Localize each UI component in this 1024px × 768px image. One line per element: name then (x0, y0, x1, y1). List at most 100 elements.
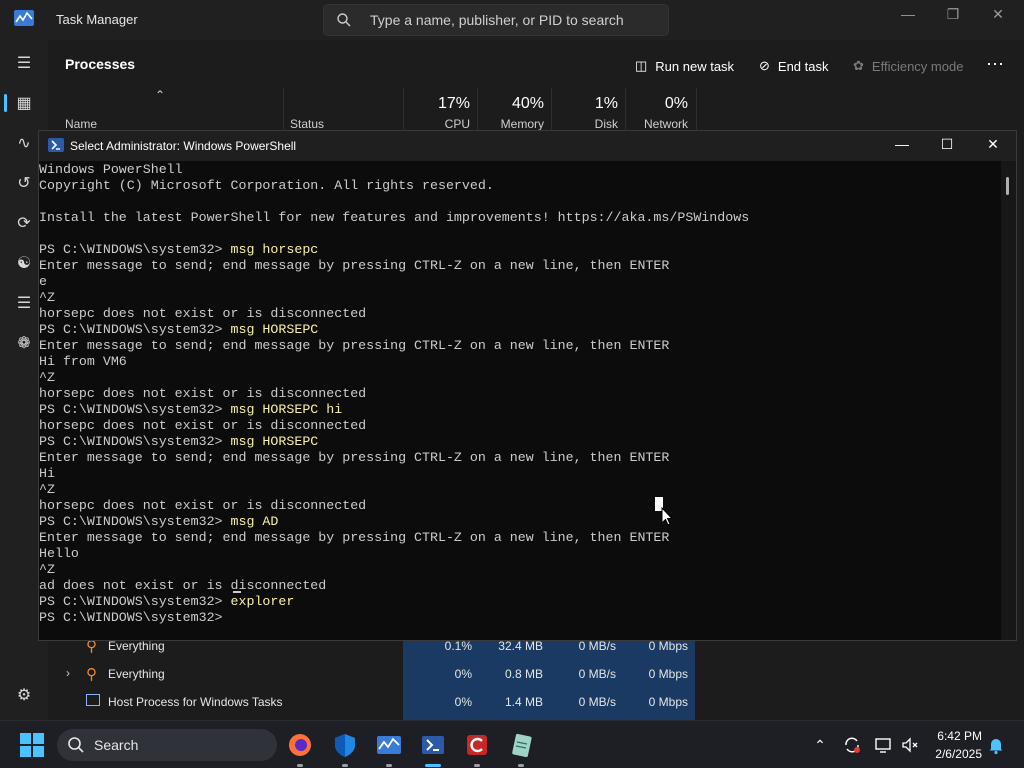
firefox-taskbar-button[interactable] (284, 729, 316, 767)
console-prompt: PS C:\WINDOWS\system32> (39, 322, 231, 337)
running-indicator (342, 764, 348, 767)
console-command: msg HORSEPC (230, 322, 319, 337)
run-new-task-button[interactable]: ◫ Run new task (635, 56, 734, 76)
console-line: horsepc does not exist or is disconnecte… (39, 386, 367, 401)
efficiency-mode-button[interactable]: ✿ Efficiency mode (853, 56, 963, 76)
running-indicator (474, 764, 480, 767)
console-prompt: PS C:\WINDOWS\system32> (39, 434, 231, 449)
process-cpu: 0.1% (444, 639, 472, 653)
active-nav-indicator (4, 94, 7, 112)
minimize-button[interactable]: — (893, 6, 923, 26)
console-line: Enter message to send; end message by pr… (39, 450, 670, 465)
processes-nav-icon[interactable]: ▦ (14, 94, 34, 114)
console-command: msg HORSEPC (230, 434, 319, 449)
console-command: explorer (230, 594, 295, 609)
console-line: Hi (39, 466, 55, 481)
cpu-total: 17% (437, 95, 470, 112)
close-button[interactable]: ✕ (983, 6, 1013, 26)
ps-maximize-button[interactable]: ☐ (932, 136, 962, 156)
console-line: ad does not exist or is disconnected (39, 578, 327, 593)
console-prompt: PS C:\WINDOWS\system32> (39, 242, 231, 257)
details-nav-icon[interactable]: ☰ (14, 294, 34, 314)
column-header-network[interactable]: 0% Network (625, 88, 697, 132)
notification-bell-icon[interactable] (986, 735, 1006, 755)
console-line: Install the latest PowerShell for new fe… (39, 210, 750, 225)
console-lines: Windows PowerShell Copyright (C) Microsof… (39, 162, 749, 626)
process-network: 0 Mbps (648, 639, 688, 653)
task-manager-icon (377, 736, 401, 754)
page-title: Processes (65, 56, 136, 72)
console-line: Copyright (C) Microsoft Corporation. All… (39, 178, 494, 193)
network-label: Network (643, 117, 688, 131)
scrollbar-thumb[interactable] (1006, 177, 1009, 195)
end-task-icon: ⊘ (759, 58, 770, 73)
performance-nav-icon[interactable]: ∿ (14, 134, 34, 154)
column-header-disk[interactable]: 1% Disk (551, 88, 626, 132)
console-output[interactable]: Windows PowerShell Copyright (C) Microsof… (39, 161, 999, 640)
console-line: PS C:\WINDOWS\system32> msg HORSEPC (39, 434, 749, 450)
console-scrollbar[interactable] (1001, 161, 1016, 640)
app-title: Task Manager (56, 12, 138, 27)
process-disk: 0 MB/s (578, 695, 616, 709)
column-header-memory[interactable]: 40% Memory (477, 88, 552, 132)
memory-label: Memory (500, 117, 544, 131)
firefox-icon (289, 734, 311, 756)
end-task-label: End task (777, 58, 829, 74)
console-line: ^Z (39, 562, 55, 577)
running-indicator (518, 764, 524, 767)
search-box[interactable]: Type a name, publisher, or PID to search (323, 4, 669, 36)
more-options-icon[interactable]: ⋯ (986, 54, 1005, 75)
powershell-taskbar-button[interactable] (417, 729, 449, 767)
ps-close-button[interactable]: ✕ (978, 136, 1008, 156)
search-icon (337, 13, 351, 27)
powershell-titlebar[interactable]: Select Administrator: Windows PowerShell… (39, 131, 1016, 161)
task-manager-taskbar-button[interactable] (373, 729, 405, 767)
powershell-window[interactable]: Select Administrator: Windows PowerShell… (38, 130, 1017, 641)
process-memory: 0.8 MB (504, 667, 543, 681)
volume-muted-icon[interactable] (900, 735, 920, 755)
services-nav-icon[interactable]: ❁ (14, 334, 34, 354)
ccleaner-taskbar-button[interactable] (461, 729, 493, 767)
console-command: msg horsepc (230, 242, 319, 257)
process-cpu: 0% (454, 695, 472, 709)
end-task-button[interactable]: ⊘ End task (759, 56, 829, 76)
console-line: e (39, 274, 47, 289)
network-icon[interactable] (873, 735, 893, 755)
console-line: PS C:\WINDOWS\system32> msg AD (39, 514, 749, 530)
process-disk: 0 MB/s (578, 667, 616, 681)
process-memory: 32.4 MB (498, 639, 543, 653)
settings-gear-icon[interactable]: ⚙ (14, 686, 34, 706)
process-name: Everything (108, 639, 165, 653)
notepad-taskbar-button[interactable] (505, 729, 537, 767)
column-header-name[interactable]: Name (65, 117, 97, 131)
maximize-button[interactable]: ❐ (938, 6, 968, 26)
update-sync-icon[interactable] (842, 735, 862, 755)
console-prompt: PS C:\WINDOWS\system32> (39, 402, 231, 417)
users-nav-icon[interactable]: ☯ (14, 254, 34, 274)
console-line: ^Z (39, 370, 55, 385)
sync-icon (845, 737, 860, 753)
process-memory: 1.4 MB (504, 695, 543, 709)
clock-time[interactable]: 6:42 PM (930, 729, 982, 743)
windows-start-icon[interactable] (20, 733, 44, 757)
process-disk: 0 MB/s (578, 639, 616, 653)
app-history-nav-icon[interactable]: ↺ (14, 174, 34, 194)
table-row[interactable]: › ⚲ Everything 0% 0.8 MB 0 MB/s 0 Mbps (48, 661, 696, 689)
powershell-icon (422, 736, 444, 754)
console-line: Windows PowerShell (39, 162, 183, 177)
taskbar-search[interactable]: Search (57, 729, 277, 761)
ps-minimize-button[interactable]: — (887, 136, 917, 156)
startup-apps-nav-icon[interactable]: ⟳ (14, 214, 34, 234)
column-header-cpu[interactable]: 17% CPU (403, 88, 478, 132)
table-row[interactable]: Host Process for Windows Tasks 0% 1.4 MB… (48, 689, 696, 717)
expand-chevron-icon[interactable]: › (66, 666, 70, 680)
leaf-icon: ✿ (853, 58, 864, 73)
defender-taskbar-button[interactable] (329, 729, 361, 767)
console-line: horsepc does not exist or is disconnecte… (39, 418, 367, 433)
memory-total: 40% (511, 95, 544, 112)
window-app-icon (86, 694, 100, 706)
hamburger-menu-icon[interactable]: ☰ (14, 54, 34, 74)
show-hidden-icons-chevron-icon[interactable]: ⌃ (810, 735, 830, 755)
clock-date[interactable]: 2/6/2025 (924, 747, 982, 761)
